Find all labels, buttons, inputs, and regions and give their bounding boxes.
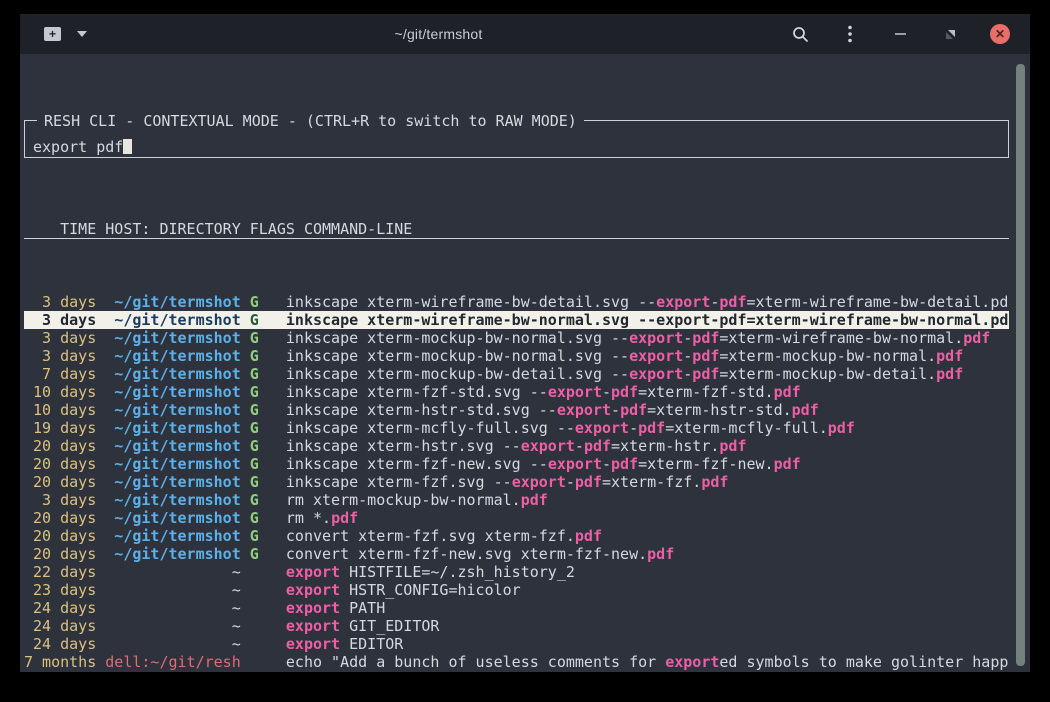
history-row-selected[interactable]: 3 days ~/git/termshot G inkscape xterm-w… xyxy=(24,311,1009,329)
history-row[interactable]: 20 days ~/git/termshot G inkscape xterm-… xyxy=(24,473,1009,491)
history-rows: 3 days ~/git/termshot G inkscape xterm-w… xyxy=(24,293,1009,672)
history-row[interactable]: 7 months dell:~/git/resh echo "Add a bun… xyxy=(24,653,1009,671)
terminal-window: + ~/git/termshot xyxy=(20,14,1030,672)
history-row[interactable]: 23 days ~ export HSTR_CONFIG=hicolor xyxy=(24,581,1009,599)
new-tab-icon[interactable]: + xyxy=(44,27,61,41)
close-icon[interactable]: ✕ xyxy=(990,24,1010,44)
history-row[interactable]: 8 months dell:~/git/resh neato /tmp/resh… xyxy=(24,671,1009,672)
search-query-text: export pdf xyxy=(33,138,123,156)
history-row[interactable]: 3 days ~/git/termshot G inkscape xterm-m… xyxy=(24,347,1009,365)
history-row[interactable]: 24 days ~ export EDITOR xyxy=(24,635,1009,653)
dropdown-caret-icon[interactable] xyxy=(77,31,87,37)
minimize-icon[interactable] xyxy=(890,24,910,44)
history-row[interactable]: 10 days ~/git/termshot G inkscape xterm-… xyxy=(24,383,1009,401)
history-row[interactable]: 22 days ~ export HISTFILE=~/.zsh_history… xyxy=(24,563,1009,581)
history-row[interactable]: 20 days ~/git/termshot G rm *.pdf xyxy=(24,509,1009,527)
history-row[interactable]: 20 days ~/git/termshot G inkscape xterm-… xyxy=(24,437,1009,455)
history-row[interactable]: 20 days ~/git/termshot G convert xterm-f… xyxy=(24,545,1009,563)
text-cursor xyxy=(123,139,132,154)
titlebar: + ~/git/termshot xyxy=(20,14,1030,54)
search-input[interactable]: export pdf xyxy=(33,138,132,156)
history-row[interactable]: 3 days ~/git/termshot G inkscape xterm-w… xyxy=(24,293,1009,311)
history-row[interactable]: 19 days ~/git/termshot G inkscape xterm-… xyxy=(24,419,1009,437)
table-header: TIME HOST: DIRECTORY FLAGS COMMAND-LINE xyxy=(24,220,1009,239)
search-box[interactable]: RESH CLI - CONTEXTUAL MODE - (CTRL+R to … xyxy=(24,120,1009,158)
window-title: ~/git/termshot xyxy=(87,26,790,42)
history-row[interactable]: 7 days ~/git/termshot G inkscape xterm-m… xyxy=(24,365,1009,383)
menu-kebab-icon[interactable] xyxy=(840,24,860,44)
restore-icon[interactable] xyxy=(940,24,960,44)
history-row[interactable]: 10 days ~/git/termshot G inkscape xterm-… xyxy=(24,401,1009,419)
history-row[interactable]: 24 days ~ export PATH xyxy=(24,599,1009,617)
history-row[interactable]: 20 days ~/git/termshot G convert xterm-f… xyxy=(24,527,1009,545)
history-row[interactable]: 3 days ~/git/termshot G inkscape xterm-m… xyxy=(24,329,1009,347)
history-row[interactable]: 3 days ~/git/termshot G rm xterm-mockup-… xyxy=(24,491,1009,509)
scrollbar-thumb[interactable] xyxy=(1016,64,1025,666)
terminal-content: RESH CLI - CONTEXTUAL MODE - (CTRL+R to … xyxy=(20,54,1030,672)
search-icon[interactable] xyxy=(790,24,810,44)
history-row[interactable]: 20 days ~/git/termshot G inkscape xterm-… xyxy=(24,455,1009,473)
history-row[interactable]: 24 days ~ export GIT_EDITOR xyxy=(24,617,1009,635)
search-box-title: RESH CLI - CONTEXTUAL MODE - (CTRL+R to … xyxy=(37,112,584,130)
